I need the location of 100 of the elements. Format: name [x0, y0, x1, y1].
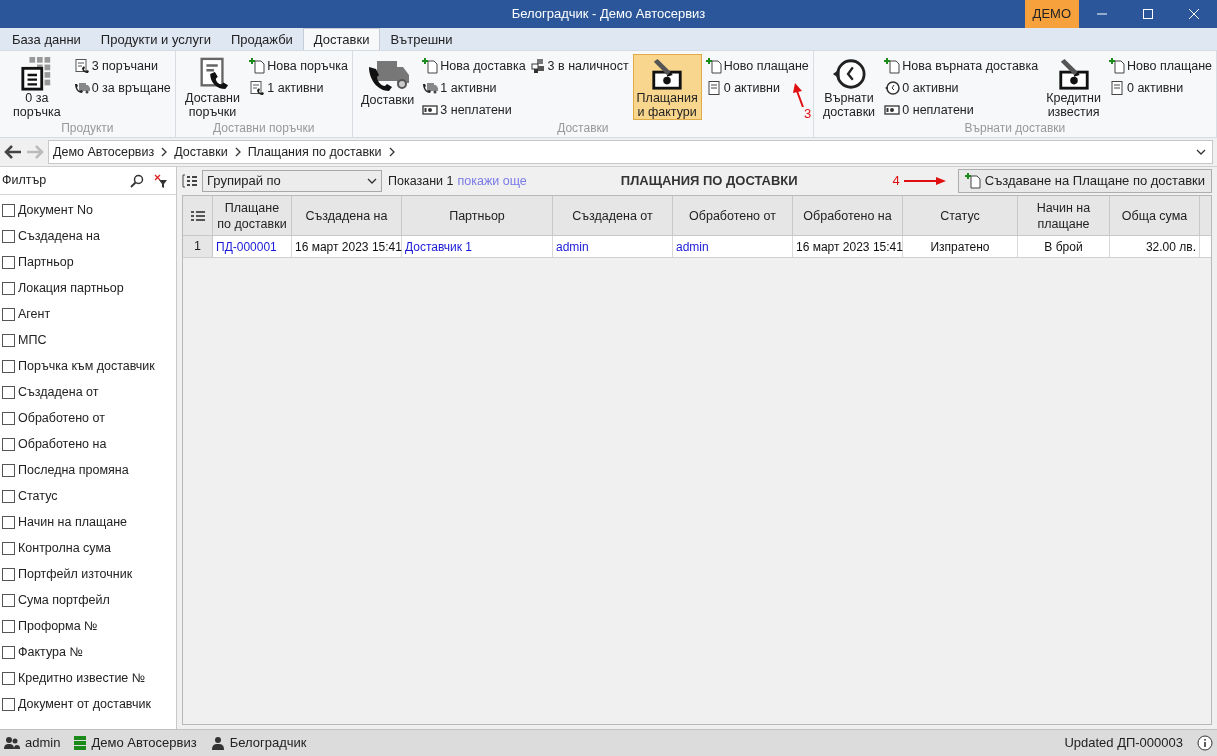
group-by-dropdown[interactable]: Групирай по: [202, 170, 382, 192]
clear-filter-icon[interactable]: [154, 173, 168, 188]
status-text: Белоградчик: [229, 734, 307, 753]
ribbon-button[interactable]: Доставки: [356, 54, 419, 120]
back-icon[interactable]: [4, 145, 22, 159]
checkbox[interactable]: [2, 671, 15, 685]
page-title: ПЛАЩАНИЯ ПО ДОСТАВКИ: [620, 172, 798, 191]
ribbon-link-button[interactable]: 1 активни: [422, 78, 526, 98]
checkbox[interactable]: [2, 619, 15, 633]
ribbon-button[interactable]: Върнати доставки: [817, 54, 881, 120]
ribbon-link-button[interactable]: 3 неплатени: [422, 100, 526, 120]
filter-label: Начин на плащане: [18, 513, 127, 531]
ribbon-tab[interactable]: Доставки: [302, 28, 381, 50]
ribbon-tab[interactable]: Вътрешни: [380, 30, 463, 50]
checkbox[interactable]: [2, 333, 15, 347]
column-header[interactable]: Обработено от: [673, 196, 793, 235]
address-bar[interactable]: Демо Автосервиз Доставки Плащания по доставки: [48, 140, 1213, 164]
new-document-icon: [964, 173, 981, 189]
ribbon-tab[interactable]: База данни: [2, 30, 91, 50]
column-header[interactable]: Създадена на: [292, 196, 402, 235]
ribbon-tab[interactable]: Продукти и услуги: [90, 30, 221, 50]
checkbox[interactable]: [2, 541, 15, 555]
checkbox[interactable]: [2, 359, 15, 373]
ribbon-link-button[interactable]: 0 активни: [1109, 78, 1212, 98]
checkbox[interactable]: [2, 255, 15, 269]
filter-label: Обработено на: [18, 435, 107, 453]
ribbon-link-button[interactable]: 3 в наличност: [529, 56, 629, 76]
ribbon-link-button[interactable]: 0 за връщане: [73, 78, 171, 98]
clock-icon: [884, 80, 901, 96]
link-cell[interactable]: admin: [673, 236, 793, 257]
search-icon[interactable]: [130, 173, 144, 188]
truck-icon: [73, 80, 90, 96]
filter-label: Създадена от: [18, 383, 99, 401]
column-header[interactable]: Създадена от: [553, 196, 673, 235]
checkbox[interactable]: [2, 203, 15, 217]
annotation-arrow: [792, 83, 805, 107]
checkbox[interactable]: [2, 281, 15, 295]
checkbox[interactable]: [2, 229, 15, 243]
ribbon-button[interactable]: 0 за поръчка: [4, 54, 70, 120]
link-cell[interactable]: ПД-000001: [213, 236, 292, 257]
checkbox[interactable]: [2, 385, 15, 399]
window-title: Белоградчик - Демо Автосервиз: [511, 5, 706, 23]
checkbox[interactable]: [2, 307, 15, 321]
column-header[interactable]: Статус: [903, 196, 1018, 235]
chevron-icon: [387, 147, 396, 157]
ribbon-link-button[interactable]: 0 активни: [705, 78, 809, 98]
breadcrumb-item[interactable]: Доставки: [174, 142, 228, 162]
row-number: 1: [183, 236, 213, 257]
checkbox[interactable]: [2, 567, 15, 581]
column-header[interactable]: Партньор: [402, 196, 553, 235]
checkbox[interactable]: [2, 489, 15, 503]
ribbon-link-button[interactable]: Нова върната доставка: [884, 56, 1039, 76]
column-header[interactable]: Обща сума: [1110, 196, 1200, 235]
banknote-icon: [884, 102, 901, 118]
dropdown-caret-icon[interactable]: [1196, 149, 1206, 155]
ribbon-button[interactable]: Плащания и фактури: [632, 54, 702, 120]
column-header[interactable]: Плащане по доставки: [213, 196, 292, 235]
table-cell: В брой: [1018, 236, 1110, 257]
ribbon-link-button[interactable]: 0 активни: [884, 78, 1039, 98]
filter-label: Кредитно известие №: [18, 669, 146, 687]
order-icon: [249, 80, 266, 96]
link-cell[interactable]: admin: [553, 236, 673, 257]
close-icon: [1189, 9, 1199, 19]
filter-label: Фактура №: [18, 643, 83, 661]
column-header[interactable]: Начин на плащане: [1018, 196, 1110, 235]
new-document-icon: [1109, 58, 1125, 74]
new-document-icon: [249, 58, 266, 74]
status-text: Демо Автосервиз: [91, 734, 197, 753]
ribbon-link-button[interactable]: Ново плащане: [1109, 56, 1212, 76]
ribbon-link-button[interactable]: Нова поръчка: [249, 56, 348, 76]
info-icon[interactable]: [1197, 735, 1213, 751]
ribbon-link-button[interactable]: 1 активни: [249, 78, 348, 98]
checkbox[interactable]: [2, 463, 15, 477]
filter-label: Агент: [18, 305, 51, 323]
ribbon-link-button[interactable]: Нова доставка: [422, 56, 526, 76]
checkbox[interactable]: [2, 593, 15, 607]
breadcrumb-item[interactable]: Плащания по доставки: [247, 142, 382, 162]
filter-title: Филтър: [2, 172, 47, 190]
ribbon-link-button[interactable]: 3 поръчани: [73, 56, 171, 76]
ribbon-link-button[interactable]: Ново плащане: [705, 56, 809, 76]
annotation-arrow: [903, 177, 946, 185]
ribbon-group-label: Продукти: [60, 120, 115, 137]
filter-label: Портфейл източник: [18, 565, 133, 583]
ribbon-tab[interactable]: Продажби: [220, 30, 303, 50]
link-cell[interactable]: Доставчик 1: [402, 236, 553, 257]
checkbox[interactable]: [2, 697, 15, 711]
ribbon-link-button[interactable]: 0 неплатени: [884, 100, 1039, 120]
filter-label: Поръчка към доставчик: [18, 357, 155, 375]
group-icon[interactable]: [182, 174, 198, 188]
annotation-number: 3: [804, 107, 812, 121]
column-header[interactable]: Обработено на: [793, 196, 903, 235]
create-payment-button[interactable]: Създаване на Плащане по доставки: [957, 169, 1212, 193]
breadcrumb-item[interactable]: Демо Автосервиз: [53, 142, 155, 162]
checkbox[interactable]: [2, 411, 15, 425]
checkbox[interactable]: [2, 515, 15, 529]
column-chooser-icon[interactable]: [190, 209, 205, 222]
checkbox[interactable]: [2, 645, 15, 659]
ribbon-button[interactable]: Кредитни известия: [1042, 54, 1105, 120]
ribbon-button[interactable]: Доставни поръчки: [179, 54, 246, 120]
checkbox[interactable]: [2, 437, 15, 451]
